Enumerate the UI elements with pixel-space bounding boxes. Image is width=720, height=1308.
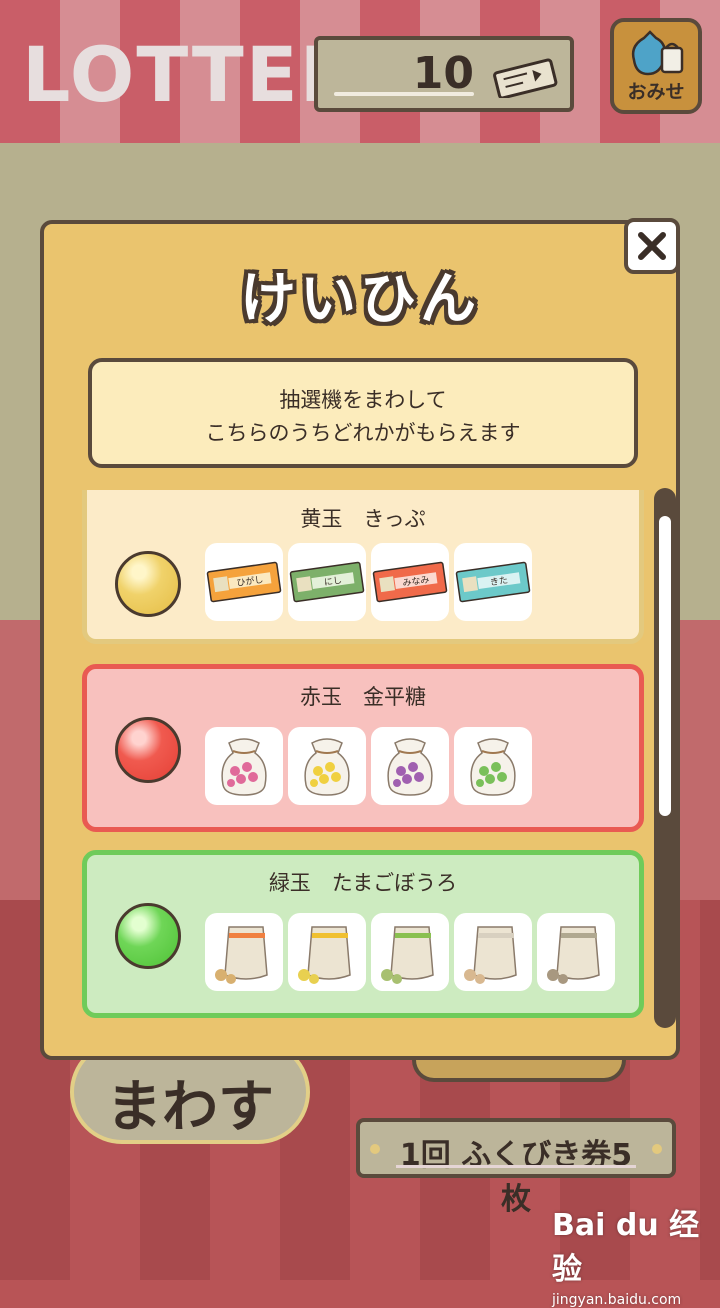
snack-bag-icon: [298, 926, 351, 984]
candy-item[interactable]: [454, 727, 532, 805]
info-box: 抽選機をまわして こちらのうちどれかがもらえます: [88, 358, 638, 468]
ticket-item[interactable]: きた: [454, 543, 532, 621]
prize-group-yellow: 黄玉 きっぷ ひがし にし みなみ きた: [82, 490, 644, 644]
info-line-1: 抽選機をまわして: [279, 388, 447, 412]
ticket-icon: きた: [455, 561, 531, 603]
ticket-item[interactable]: みなみ: [371, 543, 449, 621]
snack-item[interactable]: [205, 913, 283, 991]
ticket-icon: みなみ: [372, 561, 448, 603]
candy-item[interactable]: [371, 727, 449, 805]
close-icon: [638, 232, 666, 260]
group-title: 黄玉 きっぷ: [300, 507, 426, 531]
snack-bag-icon: [464, 926, 517, 984]
group-title: 赤玉 金平糖: [300, 685, 426, 709]
ticket-item[interactable]: ひがし: [205, 543, 283, 621]
snack-bag-icon: [547, 926, 600, 984]
cost-underline: [396, 1165, 636, 1168]
shop-label: おみせ: [627, 81, 685, 103]
candy-bag-icon: [304, 738, 350, 796]
yellow-ball-icon: [115, 551, 181, 617]
shop-bag-icon: [631, 30, 684, 76]
candy-bag-icon: [470, 738, 516, 796]
candy-bag-icon: [387, 738, 433, 796]
snack-item[interactable]: [537, 913, 615, 991]
prize-group-red: 赤玉 金平糖: [82, 664, 644, 832]
snack-item[interactable]: [288, 913, 366, 991]
ticket-item[interactable]: にし: [288, 543, 366, 621]
snack-bag-icon: [215, 926, 268, 984]
scrollbar[interactable]: [654, 488, 676, 1028]
snack-item[interactable]: [371, 913, 449, 991]
close-button[interactable]: [624, 218, 680, 274]
watermark-url: jingyan.baidu.com: [552, 1292, 682, 1308]
cost-label: 1回 ふくびき券5枚: [356, 1118, 676, 1217]
prize-group-green: 緑玉 たまごぼうろ: [82, 850, 644, 1018]
ticket-counter: 10: [314, 36, 574, 112]
shop-button[interactable]: おみせ: [610, 18, 702, 114]
dot-right: [652, 1144, 662, 1154]
candy-bag-icon: [221, 738, 267, 796]
prize-list[interactable]: 黄玉 きっぷ ひがし にし みなみ きた 赤玉 金平糖 緑玉 たまごぼうろ: [82, 490, 644, 1030]
spin-label: まわす: [106, 1075, 274, 1140]
watermark-logo: Bai du 经验: [552, 1208, 700, 1287]
ticket-icon: にし: [289, 561, 365, 603]
group-title: 緑玉 たまごぼうろ: [268, 871, 458, 895]
snack-bag-icon: [381, 926, 434, 984]
snack-item[interactable]: [454, 913, 532, 991]
watermark: Bai du 经验 jingyan.baidu.com: [552, 1200, 702, 1308]
scrollbar-thumb[interactable]: [659, 516, 671, 816]
ticket-icon: ひがし: [206, 561, 282, 603]
prize-modal: けいひん 抽選機をまわして こちらのうちどれかがもらえます 黄玉 きっぷ ひがし: [40, 220, 680, 1060]
green-ball-icon: [115, 903, 181, 969]
modal-title: けいひん: [240, 267, 480, 332]
info-line-2: こちらのうちどれかがもらえます: [205, 421, 521, 445]
ticket-underline: [334, 92, 474, 96]
red-ball-icon: [115, 717, 181, 783]
dot-left: [370, 1144, 380, 1154]
candy-item[interactable]: [205, 727, 283, 805]
candy-item[interactable]: [288, 727, 366, 805]
lottery-ticket-icon: [493, 58, 558, 98]
